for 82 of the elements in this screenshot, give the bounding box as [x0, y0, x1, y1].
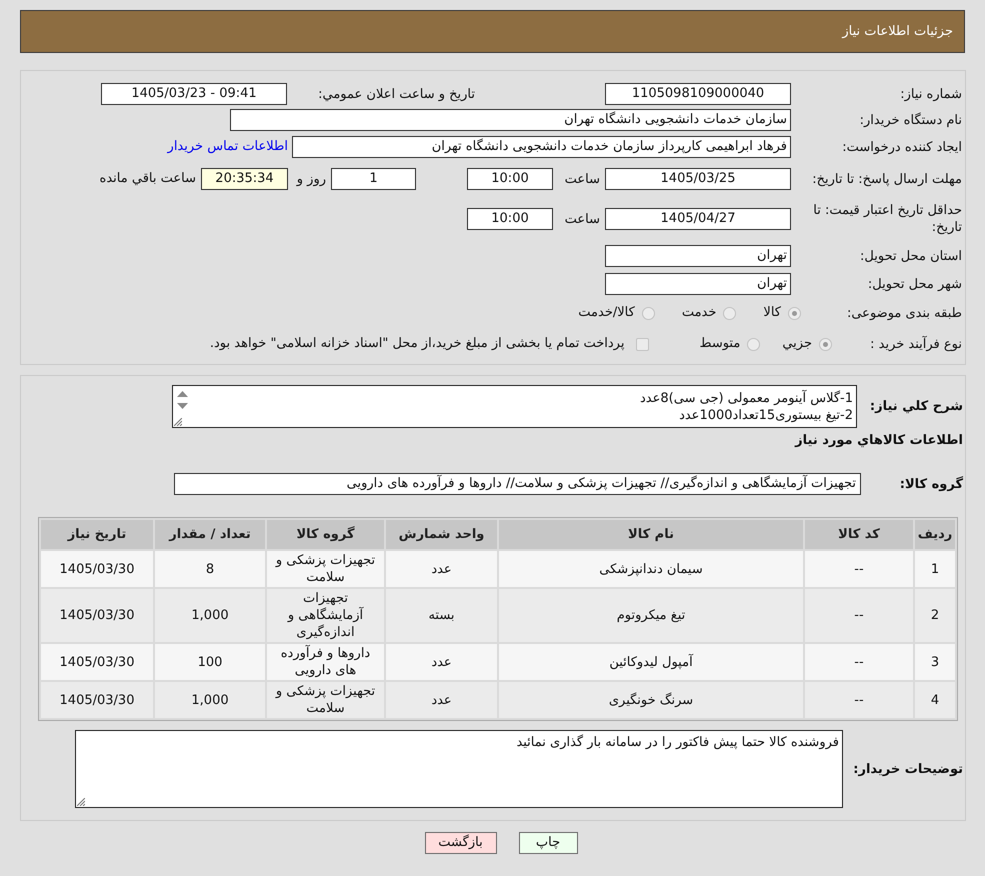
table-cell: تجهیزات آزمایشگاهی و اندازه‌گیری	[267, 589, 384, 642]
field-label: نام دستگاه خریدار:	[860, 112, 962, 128]
section-heading: اطلاعات کالاهاي مورد نیاز	[795, 432, 963, 450]
table-cell: --	[805, 589, 913, 642]
field-label: حداقل تاریخ اعتبار قیمت: تا تاریخ:	[813, 203, 962, 235]
table-cell: 1	[915, 551, 955, 587]
description-textarea[interactable]: 1-گلاس آینومر معمولی (جی سی)8عدد 2-تیغ بیستوری15تعداد1000عدد	[172, 385, 857, 428]
field-label: ساعت	[564, 212, 600, 226]
column-header[interactable]: تعداد / مقدار	[155, 520, 265, 549]
table-cell: سیمان دندانپزشکی	[499, 551, 803, 587]
resize-grip-icon	[174, 418, 182, 426]
field-label: شرح کلي نیاز:	[870, 399, 963, 414]
scroll-up-icon[interactable]	[177, 391, 188, 397]
need-number-field[interactable]: 1105098109000040	[605, 83, 791, 105]
buyer-org-field[interactable]: سازمان خدمات دانشجویی دانشگاه تهران	[230, 109, 791, 131]
table-cell: عدد	[386, 551, 497, 587]
field-label: نوع فرآیند خرید :	[870, 336, 962, 352]
days-field[interactable]: 1	[331, 168, 416, 190]
table-cell: تجهیزات پزشکی و سلامت	[267, 682, 384, 718]
table-cell: عدد	[386, 644, 497, 680]
table-cell: 1,000	[155, 682, 265, 718]
table-cell: --	[805, 682, 913, 718]
table-cell: 1405/03/30	[41, 682, 153, 718]
column-header[interactable]: تاریخ نیاز	[41, 520, 153, 549]
table-cell: 1405/03/30	[41, 589, 153, 642]
option-label: متوسط	[699, 335, 740, 354]
option-label: کالا	[763, 304, 781, 322]
field-label: ساعت	[564, 172, 600, 186]
option-label: جزیي	[782, 335, 812, 354]
column-header[interactable]: گروه کالا	[267, 520, 384, 549]
field-label: استان محل تحویل:	[860, 248, 962, 264]
buyer-notes-textarea[interactable]: فروشنده کالا حتما پیش فاکتور را در سامانه بار گذاری نمائید	[75, 730, 843, 808]
province-field[interactable]: تهران	[605, 245, 791, 267]
column-header[interactable]: نام کالا	[499, 520, 803, 549]
field-label: ایجاد کننده درخواست:	[842, 140, 962, 154]
option-label: خدمت	[682, 304, 716, 322]
scroll-down-icon[interactable]	[177, 403, 188, 409]
checkbox-label: پرداخت تمام یا بخشی از مبلغ خرید،از محل "اسناد خزانه اسلامی" خواهد بود.	[210, 335, 624, 354]
back-button[interactable]: بازگشت	[424, 832, 496, 854]
page-title: جزئیات اطلاعات نیاز	[842, 22, 953, 41]
field-label: ساعت باقي مانده	[100, 170, 196, 188]
table-cell: سرنگ خونگیری	[499, 682, 803, 718]
contact-info-link[interactable]: اطلاعات تماس خریدار	[168, 137, 288, 157]
table-cell: 3	[915, 644, 955, 680]
table-cell: 2	[915, 589, 955, 642]
field-label: مهلت ارسال پاسخ: تا تاریخ:	[812, 172, 962, 186]
print-button[interactable]: چاپ	[518, 832, 578, 854]
field-label: روز و	[296, 172, 326, 186]
table-cell: آمپول لیدوکائین	[499, 644, 803, 680]
date-field[interactable]: 1405/04/27	[605, 208, 791, 230]
requester-field[interactable]: فرهاد ابراهیمی کارپرداز سازمان خدمات دانشجویی دانشگاه تهران	[292, 136, 791, 158]
table-cell: عدد	[386, 682, 497, 718]
column-header[interactable]: واحد شمارش	[386, 520, 497, 549]
table-cell: --	[805, 644, 913, 680]
field-label: شهر محل تحویل:	[868, 276, 962, 292]
table-cell: تیغ میکروتوم	[499, 589, 803, 642]
field-label: گروه کالا:	[900, 476, 963, 492]
field-label: طبقه بندی موضوعی:	[846, 306, 962, 320]
table-cell: 100	[155, 644, 265, 680]
time-field[interactable]: 10:00	[467, 168, 553, 190]
table-cell: 8	[155, 551, 265, 587]
table-cell: 1405/03/30	[41, 644, 153, 680]
table-cell: --	[805, 551, 913, 587]
date-field[interactable]: 1405/03/25	[605, 168, 791, 190]
field-label: شماره نیاز:	[900, 86, 962, 102]
table-cell: داروها و فرآورده های دارویی	[267, 644, 384, 680]
field-label: تاریخ و ساعت اعلان عمومي:	[318, 86, 475, 102]
column-header[interactable]: کد کالا	[805, 520, 913, 549]
field-label: توضیحات خریدار:	[853, 762, 963, 776]
resize-grip-icon	[77, 798, 85, 806]
table-cell: 4	[915, 682, 955, 718]
table-cell: بسته	[386, 589, 497, 642]
remaining-time-field[interactable]: 20:35:34	[201, 168, 288, 190]
column-header[interactable]: ردیف	[915, 520, 955, 549]
table-cell: تجهیزات پزشکی و سلامت	[267, 551, 384, 587]
table-cell: 1405/03/30	[41, 551, 153, 587]
option-label: کالا/خدمت	[578, 304, 635, 322]
goods-group-field[interactable]: تجهیزات آزمایشگاهی و اندازه‌گیری// تجهیزات پزشکی و سلامت// داروها و فرآورده های دارویی	[174, 473, 861, 495]
table-cell: 1,000	[155, 589, 265, 642]
time-field[interactable]: 10:00	[467, 208, 553, 230]
city-field[interactable]: تهران	[605, 273, 791, 295]
announce-datetime-field[interactable]: 1405/03/23 - 09:41	[101, 83, 287, 105]
